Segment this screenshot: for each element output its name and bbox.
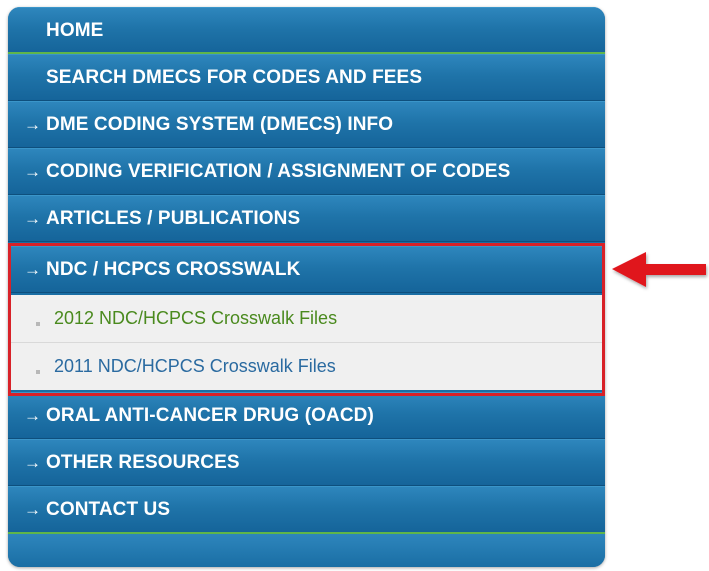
submenu-item-label: 2012 NDC/HCPCS Crosswalk Files — [54, 308, 338, 328]
menu-footer — [8, 534, 605, 567]
menu-item-dmecs-info[interactable]: → DME CODING SYSTEM (DMECS) INFO — [8, 101, 605, 148]
menu-item-label: NDC / HCPCS CROSSWALK — [46, 258, 301, 280]
bullet-icon — [36, 321, 40, 326]
arrow-right-icon: → — [24, 405, 42, 425]
menu-item-other-resources[interactable]: → OTHER RESOURCES — [8, 439, 605, 486]
arrow-right-icon: → — [24, 499, 42, 519]
arrow-right-icon: → — [24, 208, 42, 228]
menu-item-label: SEARCH DMECS FOR CODES AND FEES — [46, 66, 423, 88]
menu-item-label: DME CODING SYSTEM (DMECS) INFO — [46, 113, 394, 135]
menu-item-coding-verification[interactable]: → CODING VERIFICATION / ASSIGNMENT OF CO… — [8, 148, 605, 195]
menu-item-label: HOME — [46, 19, 104, 41]
bullet-icon — [36, 369, 40, 374]
menu-item-label: OTHER RESOURCES — [46, 451, 240, 473]
menu-item-label: CONTACT US — [46, 498, 171, 520]
menu-item-label: ARTICLES / PUBLICATIONS — [46, 207, 301, 229]
submenu-item-2011-crosswalk[interactable]: 2011 NDC/HCPCS Crosswalk Files — [8, 343, 605, 390]
menu-item-ndc-hcpcs-crosswalk[interactable]: → NDC / HCPCS CROSSWALK — [8, 246, 605, 293]
arrow-right-icon: → — [24, 114, 42, 134]
arrow-right-icon: → — [24, 259, 42, 279]
arrow-right-icon: → — [24, 452, 42, 472]
arrow-right-icon: → — [24, 161, 42, 181]
menu-item-oral-anti-cancer-drug[interactable]: → ORAL ANTI-CANCER DRUG (OACD) — [8, 392, 605, 439]
menu-item-label: CODING VERIFICATION / ASSIGNMENT OF CODE… — [46, 160, 511, 182]
side-navigation-menu: HOME SEARCH DMECS FOR CODES AND FEES → D… — [8, 7, 605, 567]
submenu-item-label: 2011 NDC/HCPCS Crosswalk Files — [54, 356, 336, 376]
menu-item-search-dmecs[interactable]: SEARCH DMECS FOR CODES AND FEES — [8, 54, 605, 101]
menu-item-contact-us[interactable]: → CONTACT US — [8, 486, 605, 533]
menu-item-articles-publications[interactable]: → ARTICLES / PUBLICATIONS — [8, 195, 605, 242]
menu-item-home[interactable]: HOME — [8, 7, 605, 54]
submenu-item-2012-crosswalk[interactable]: 2012 NDC/HCPCS Crosswalk Files — [8, 295, 605, 342]
menu-item-label: ORAL ANTI-CANCER DRUG (OACD) — [46, 404, 374, 426]
red-left-arrow-icon — [612, 252, 706, 287]
